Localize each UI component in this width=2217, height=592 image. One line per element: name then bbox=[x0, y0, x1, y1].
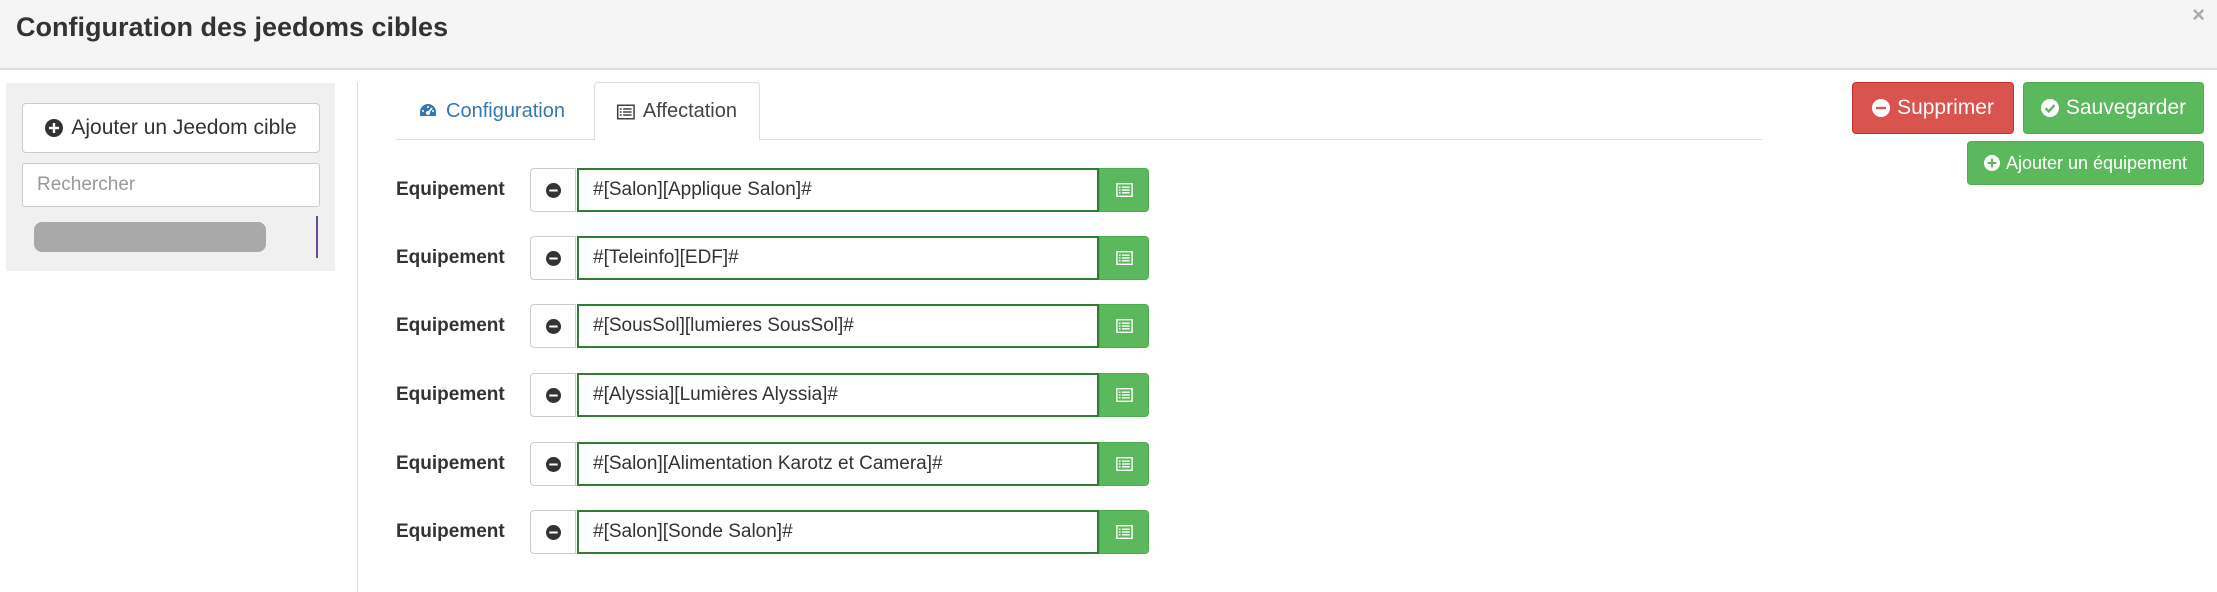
modal-header: Configuration des jeedoms cibles × bbox=[0, 0, 2217, 70]
select-equipment-button[interactable] bbox=[1099, 373, 1149, 417]
select-equipment-button[interactable] bbox=[1099, 236, 1149, 280]
remove-equipment-button[interactable] bbox=[530, 168, 576, 212]
add-jeedom-cible-label: Ajouter un Jeedom cible bbox=[71, 116, 297, 139]
equipment-label: Equipement bbox=[396, 384, 505, 405]
remove-equipment-button[interactable] bbox=[530, 236, 576, 280]
list-alt-icon bbox=[1115, 183, 1133, 197]
tab-bar: Configuration Affectation bbox=[396, 82, 1762, 141]
equipment-row: Equipement bbox=[396, 509, 1156, 555]
remove-equipment-button[interactable] bbox=[530, 304, 576, 348]
list-alt-icon bbox=[1115, 251, 1133, 265]
dashboard-icon bbox=[420, 104, 436, 116]
list-alt-icon bbox=[1115, 319, 1133, 333]
equipment-label: Equipement bbox=[396, 247, 505, 268]
remove-equipment-button[interactable] bbox=[530, 442, 576, 486]
minus-circle-icon bbox=[545, 250, 561, 266]
equipment-input[interactable] bbox=[577, 510, 1099, 554]
scrollbar[interactable] bbox=[316, 216, 318, 258]
close-icon[interactable]: × bbox=[2192, 2, 2205, 28]
plus-circle-icon bbox=[45, 119, 64, 137]
add-equipment-label: Ajouter un équipement bbox=[2005, 152, 2188, 173]
list-alt-icon bbox=[1115, 388, 1133, 402]
delete-button[interactable]: Supprimer bbox=[1852, 82, 2014, 134]
equipment-row: Equipement bbox=[396, 372, 1156, 418]
tab-affectation[interactable]: Affectation bbox=[594, 82, 760, 141]
equipment-input[interactable] bbox=[577, 442, 1099, 486]
minus-circle-icon bbox=[545, 456, 561, 472]
divider bbox=[357, 82, 358, 592]
select-equipment-button[interactable] bbox=[1099, 304, 1149, 348]
minus-circle-icon bbox=[545, 318, 561, 334]
equipment-input[interactable] bbox=[577, 168, 1099, 212]
plus-circle-icon bbox=[1983, 155, 2000, 171]
delete-label: Supprimer bbox=[1897, 96, 1994, 119]
equipment-input[interactable] bbox=[577, 236, 1099, 280]
equipment-input[interactable] bbox=[577, 373, 1099, 417]
equipment-row: Equipement bbox=[396, 167, 1156, 213]
remove-equipment-button[interactable] bbox=[530, 510, 576, 554]
check-circle-icon bbox=[2040, 99, 2059, 117]
modal-title: Configuration des jeedoms cibles bbox=[16, 12, 449, 42]
select-equipment-button[interactable] bbox=[1099, 168, 1149, 212]
add-equipment-button[interactable]: Ajouter un équipement bbox=[1967, 141, 2204, 185]
tab-configuration[interactable]: Configuration bbox=[396, 82, 587, 140]
list-alt-icon bbox=[1115, 525, 1133, 539]
add-jeedom-cible-button[interactable]: Ajouter un Jeedom cible bbox=[22, 103, 320, 153]
equipment-row: Equipement bbox=[396, 441, 1156, 487]
equipment-label: Equipement bbox=[396, 521, 505, 542]
select-equipment-button[interactable] bbox=[1099, 510, 1149, 554]
tab-affectation-label: Affectation bbox=[642, 100, 737, 122]
search-input[interactable] bbox=[22, 163, 320, 207]
minus-circle-icon bbox=[545, 182, 561, 198]
remove-equipment-button[interactable] bbox=[530, 373, 576, 417]
list-alt-icon bbox=[1115, 457, 1133, 471]
list-item[interactable] bbox=[34, 222, 266, 252]
sidebar: Ajouter un Jeedom cible bbox=[6, 83, 335, 271]
minus-circle-icon bbox=[545, 524, 561, 540]
minus-circle-icon bbox=[1872, 99, 1891, 117]
save-label: Sauvegarder bbox=[2065, 96, 2187, 119]
equipment-label: Equipement bbox=[396, 315, 505, 336]
list-alt-icon bbox=[617, 103, 635, 120]
save-button[interactable]: Sauvegarder bbox=[2023, 82, 2204, 134]
equipment-row: Equipement bbox=[396, 235, 1156, 281]
equipment-input[interactable] bbox=[577, 304, 1099, 348]
equipment-row: Equipement bbox=[396, 303, 1156, 349]
tab-configuration-label: Configuration bbox=[446, 99, 565, 122]
select-equipment-button[interactable] bbox=[1099, 442, 1149, 486]
minus-circle-icon bbox=[545, 387, 561, 403]
equipment-label: Equipement bbox=[396, 453, 505, 474]
equipment-label: Equipement bbox=[396, 179, 505, 200]
